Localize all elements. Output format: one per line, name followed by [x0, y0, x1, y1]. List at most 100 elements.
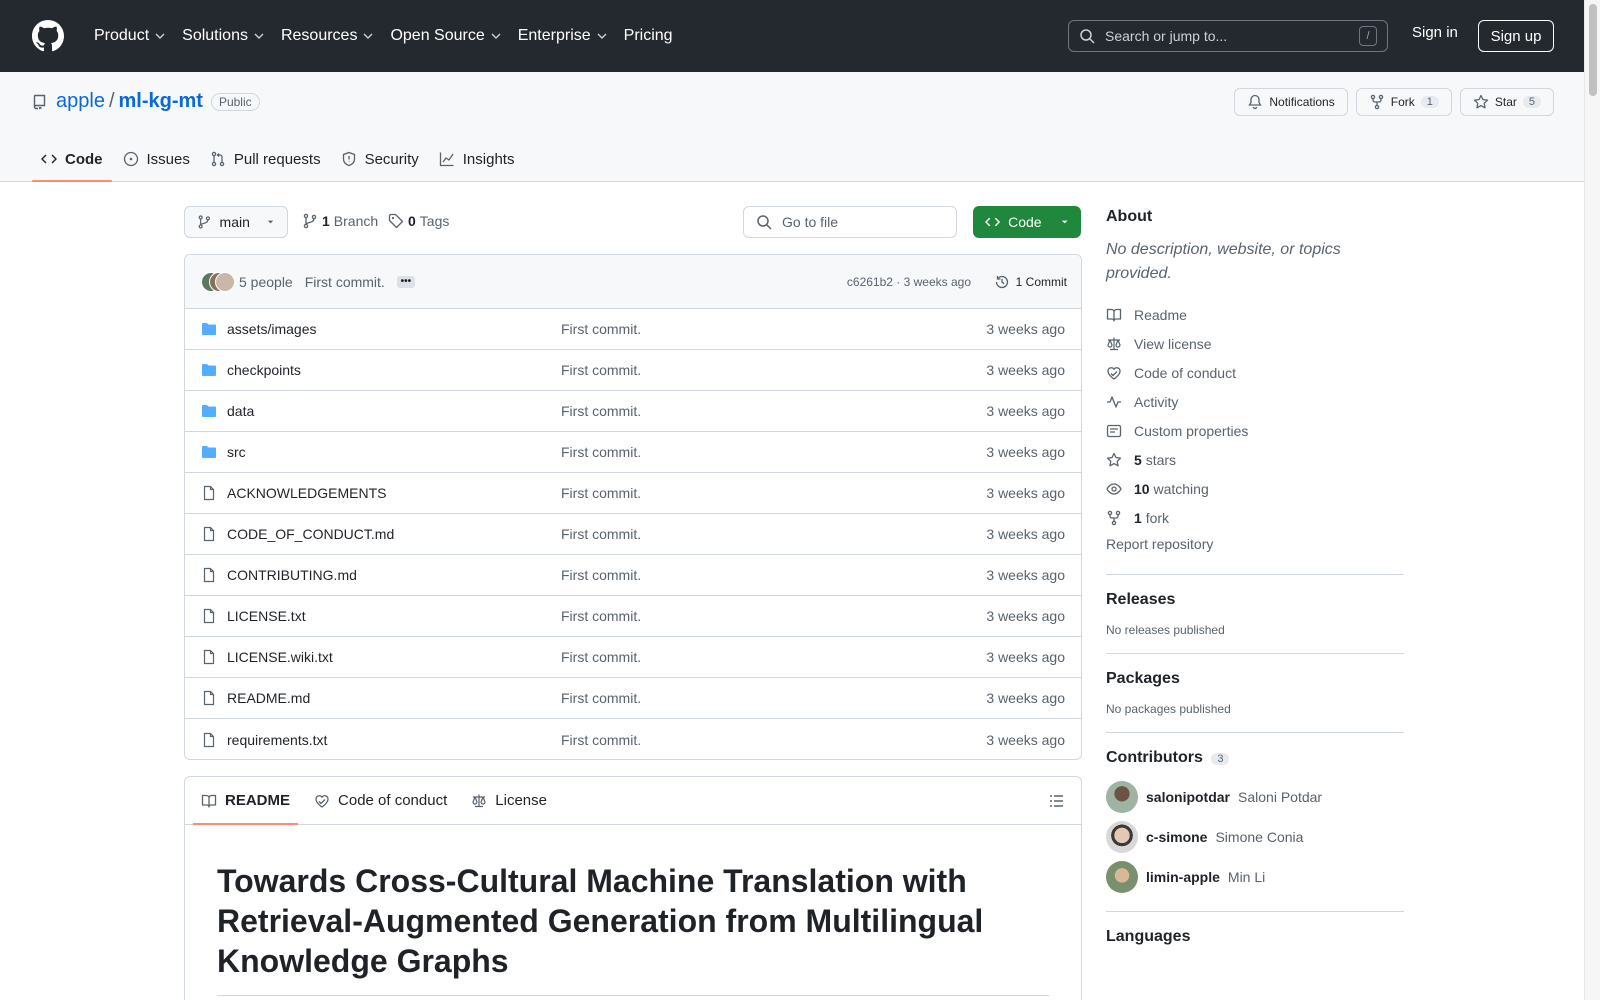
folder-icon [202, 364, 216, 376]
tab-security[interactable]: Security [332, 136, 428, 182]
file-name-link[interactable]: checkpoints [227, 362, 301, 378]
tags-link[interactable]: 0 Tags [388, 213, 449, 229]
contributor-item[interactable]: limin-apple Min Li [1106, 857, 1404, 897]
repo-title: apple / ml-kg-mt Public [32, 90, 260, 113]
tab-license[interactable]: License [463, 777, 555, 824]
chevron-down-icon [363, 33, 373, 39]
forks-link[interactable]: 1 fork [1106, 503, 1404, 532]
tab-issues[interactable]: Issues [114, 136, 199, 182]
tab-code[interactable]: Code [32, 136, 112, 182]
commit-message-link[interactable]: First commit. [561, 649, 641, 665]
commit-age: 3 weeks ago [986, 321, 1065, 337]
table-row: data First commit. 3 weeks ago [185, 391, 1081, 432]
scrollbar-thumb[interactable] [1589, 4, 1597, 96]
commit-age: 3 weeks ago [986, 567, 1065, 583]
nav-solutions[interactable]: Solutions [174, 20, 273, 52]
releases-heading[interactable]: Releases [1106, 591, 1404, 609]
sign-in-link[interactable]: Sign in [1412, 24, 1458, 41]
view-license-link[interactable]: View license [1106, 329, 1404, 358]
branch-selector[interactable]: main [184, 206, 288, 238]
commit-message-link[interactable]: First commit. [561, 444, 641, 460]
nav-open-source[interactable]: Open Source [382, 20, 509, 52]
history-icon [995, 275, 1008, 288]
repo-icon [33, 94, 46, 109]
activity-link[interactable]: Activity [1106, 387, 1404, 416]
global-search-input[interactable]: Search or jump to... / [1068, 20, 1388, 52]
commit-message-link[interactable]: First commit. [561, 526, 641, 542]
sign-up-button[interactable]: Sign up [1478, 20, 1554, 52]
code-dropdown-button[interactable]: Code [973, 206, 1081, 238]
file-name-link[interactable]: CONTRIBUTING.md [227, 567, 357, 583]
packages-heading[interactable]: Packages [1106, 670, 1404, 688]
page-scrollbar[interactable] [1584, 0, 1600, 1000]
folder-icon [202, 446, 216, 458]
file-name-link[interactable]: CODE_OF_CONDUCT.md [227, 526, 394, 542]
go-to-file-input[interactable]: Go to file [743, 206, 957, 238]
commit-message-link[interactable]: First commit. [561, 690, 641, 706]
tab-readme[interactable]: README [193, 777, 299, 825]
commit-age: 3 weeks ago [986, 444, 1065, 460]
github-logo-icon[interactable] [32, 20, 64, 52]
commit-message-link[interactable]: First commit. [561, 362, 641, 378]
note-icon [1106, 424, 1122, 437]
repo-owner-link[interactable]: apple [56, 90, 105, 113]
watching-link[interactable]: 10 watching [1106, 474, 1404, 503]
commit-history-link[interactable]: 1 Commit [994, 274, 1067, 290]
file-name-link[interactable]: README.md [227, 690, 310, 706]
branches-link[interactable]: 1 Branch [302, 213, 378, 229]
file-name-link[interactable]: requirements.txt [227, 732, 327, 748]
fork-button[interactable]: Fork 1 [1355, 88, 1452, 116]
code-icon [985, 217, 1001, 227]
star-button[interactable]: Star 5 [1459, 88, 1554, 116]
report-repository-link[interactable]: Report repository [1106, 536, 1404, 558]
commit-message-link[interactable]: First commit. [561, 608, 641, 624]
repo-header: apple / ml-kg-mt Public Notifications Fo… [0, 72, 1584, 182]
commit-expand-button[interactable]: ••• [396, 275, 415, 288]
file-name-link[interactable]: LICENSE.wiki.txt [227, 649, 333, 665]
repo-name-link[interactable]: ml-kg-mt [119, 90, 203, 113]
commit-hash-time[interactable]: c6261b2 · 3 weeks ago [847, 275, 971, 289]
nav-product[interactable]: Product [86, 20, 174, 52]
contributor-item[interactable]: salonipotdar Saloni Potdar [1106, 777, 1404, 817]
readme-link[interactable]: Readme [1106, 300, 1404, 329]
file-name-link[interactable]: ACKNOWLEDGEMENTS [227, 485, 386, 501]
file-name-link[interactable]: data [227, 403, 254, 419]
outline-list-icon[interactable] [1049, 793, 1065, 809]
stars-link[interactable]: 5 stars [1106, 445, 1404, 474]
contributors-heading[interactable]: Contributors 3 [1106, 749, 1404, 767]
commit-avatars[interactable] [201, 271, 237, 292]
file-icon [203, 567, 215, 583]
code-icon [41, 154, 57, 164]
commit-message-link[interactable]: First commit. [561, 732, 641, 748]
divider [1106, 653, 1404, 654]
about-description: No description, website, or topics provi… [1106, 241, 1341, 282]
table-row: CODE_OF_CONDUCT.md First commit. 3 weeks a… [185, 514, 1081, 555]
file-name-link[interactable]: LICENSE.txt [227, 608, 306, 624]
table-row: ACKNOWLEDGEMENTS First commit. 3 weeks ago [185, 473, 1081, 514]
readme-panel: README Code of conduct License Towards C… [184, 776, 1082, 1000]
nav-resources[interactable]: Resources [273, 20, 382, 52]
commit-message-link[interactable]: First commit. [561, 321, 641, 337]
code-of-conduct-link[interactable]: Code of conduct [1106, 358, 1404, 387]
commit-people-link[interactable]: 5 people [239, 274, 293, 290]
table-row: LICENSE.txt First commit. 3 weeks ago [185, 596, 1081, 637]
nav-pricing[interactable]: Pricing [616, 20, 681, 52]
file-name-link[interactable]: assets/images [227, 321, 316, 337]
chevron-down-icon [254, 33, 264, 39]
caret-down-icon [1061, 220, 1068, 224]
commit-message-link[interactable]: First commit. [305, 274, 385, 290]
search-shortcut-key: / [1359, 26, 1377, 46]
file-name-link[interactable]: src [227, 444, 246, 460]
nav-enterprise[interactable]: Enterprise [510, 20, 616, 52]
tab-insights[interactable]: Insights [430, 136, 524, 182]
commit-message-link[interactable]: First commit. [561, 403, 641, 419]
eye-icon [1106, 482, 1122, 495]
commit-message-link[interactable]: First commit. [561, 567, 641, 583]
global-header: Product Solutions Resources Open Source … [0, 0, 1584, 72]
commit-message-link[interactable]: First commit. [561, 485, 641, 501]
custom-properties-link[interactable]: Custom properties [1106, 416, 1404, 445]
tab-pull-requests[interactable]: Pull requests [201, 136, 330, 182]
notifications-button[interactable]: Notifications [1234, 88, 1348, 116]
contributor-item[interactable]: c-simone Simone Conia [1106, 817, 1404, 857]
tab-code-of-conduct[interactable]: Code of conduct [306, 777, 455, 824]
